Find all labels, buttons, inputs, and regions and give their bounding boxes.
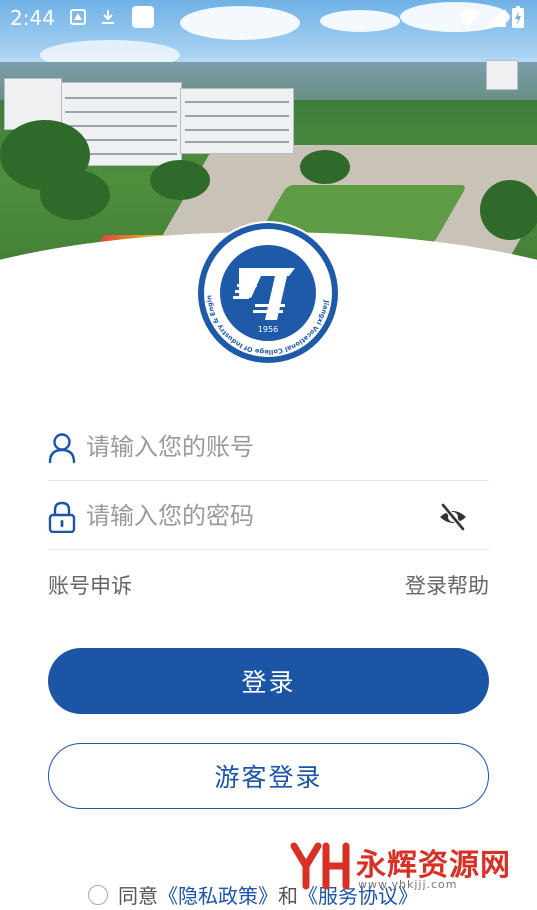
password-field: [48, 483, 489, 550]
agree-prefix: 同意: [118, 884, 158, 908]
download-icon: [102, 10, 114, 24]
signal-icon: [486, 9, 506, 27]
status-bar: 2:44: [0, 0, 537, 36]
status-time: 2:44: [10, 6, 55, 30]
eye-off-icon[interactable]: [437, 501, 469, 533]
account-input[interactable]: [86, 428, 426, 466]
password-input[interactable]: [86, 497, 426, 535]
account-field: [48, 414, 489, 481]
watermark: 永辉资源网 www.yhkjjj.com: [290, 838, 520, 894]
battery-icon: [512, 6, 524, 28]
user-icon: [48, 433, 76, 464]
wifi-icon: [458, 9, 480, 26]
privacy-policy-link[interactable]: 《隐私政策》: [158, 884, 278, 908]
login-button[interactable]: 登录: [48, 648, 489, 714]
watermark-logo-icon: [290, 842, 350, 890]
app-notification-icon: [132, 6, 154, 28]
notification-icon: [70, 9, 86, 25]
account-appeal-link[interactable]: 账号申诉: [48, 570, 132, 600]
watermark-url: www.yhkjjj.com: [358, 878, 458, 891]
college-emblem: Jiangxi Vocational College Of Industry &…: [195, 220, 341, 366]
login-help-link[interactable]: 登录帮助: [405, 570, 489, 600]
guest-login-button[interactable]: 游客登录: [48, 743, 489, 809]
lock-icon: [48, 501, 76, 533]
agree-radio[interactable]: [88, 885, 108, 905]
emblem-year: 1956: [258, 325, 278, 334]
